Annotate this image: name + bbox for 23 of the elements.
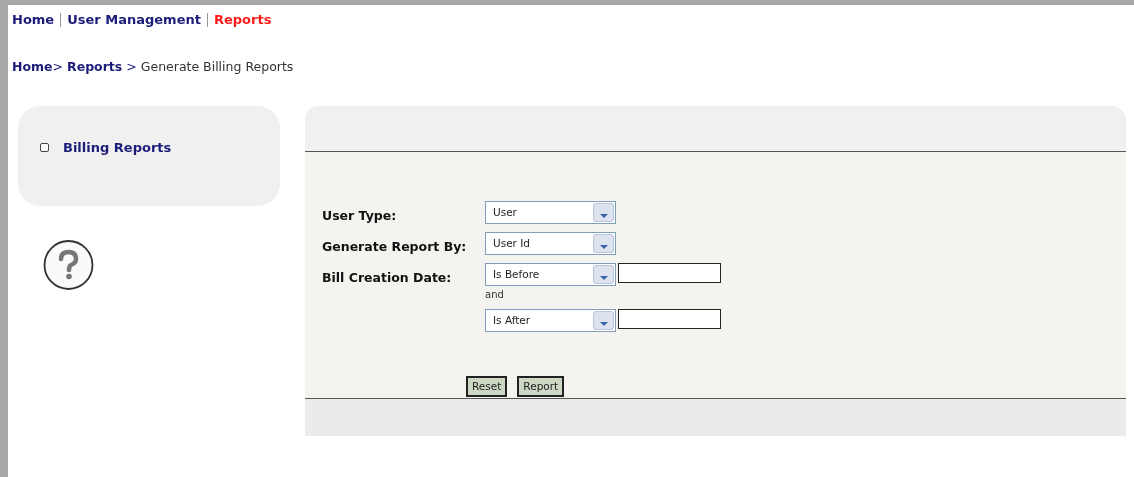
form-button[interactable]: Reset: [466, 376, 508, 397]
breadcrumb-separator: >: [126, 57, 137, 76]
dropdown[interactable]: User: [485, 201, 616, 224]
sidebar-link[interactable]: Billing Reports: [63, 138, 172, 158]
nav-link[interactable]: Reports: [213, 10, 272, 30]
date-input[interactable]: [618, 309, 721, 329]
breadcrumb-link[interactable]: Reports: [67, 57, 123, 77]
dropdown[interactable]: Is Before: [485, 263, 616, 286]
date-input[interactable]: [618, 263, 721, 283]
field-label: Bill Creation Date:: [322, 270, 452, 285]
nav-link[interactable]: User Management: [67, 10, 201, 30]
dropdown[interactable]: Is After: [485, 309, 616, 332]
breadcrumb-current: Generate Billing Reports: [140, 57, 294, 76]
dropdown[interactable]: User Id: [485, 232, 616, 255]
nav-link[interactable]: Home: [12, 10, 55, 30]
form-button[interactable]: Report: [517, 376, 565, 397]
field-label: Generate Report By:: [322, 239, 467, 254]
breadcrumb-link[interactable]: Home: [12, 57, 53, 77]
conjunction-text: and: [485, 289, 504, 302]
breadcrumb-separator: >: [52, 57, 64, 76]
help-icon[interactable]: [42, 240, 95, 290]
field-label: User Type:: [322, 208, 397, 223]
checkbox[interactable]: [40, 143, 49, 153]
